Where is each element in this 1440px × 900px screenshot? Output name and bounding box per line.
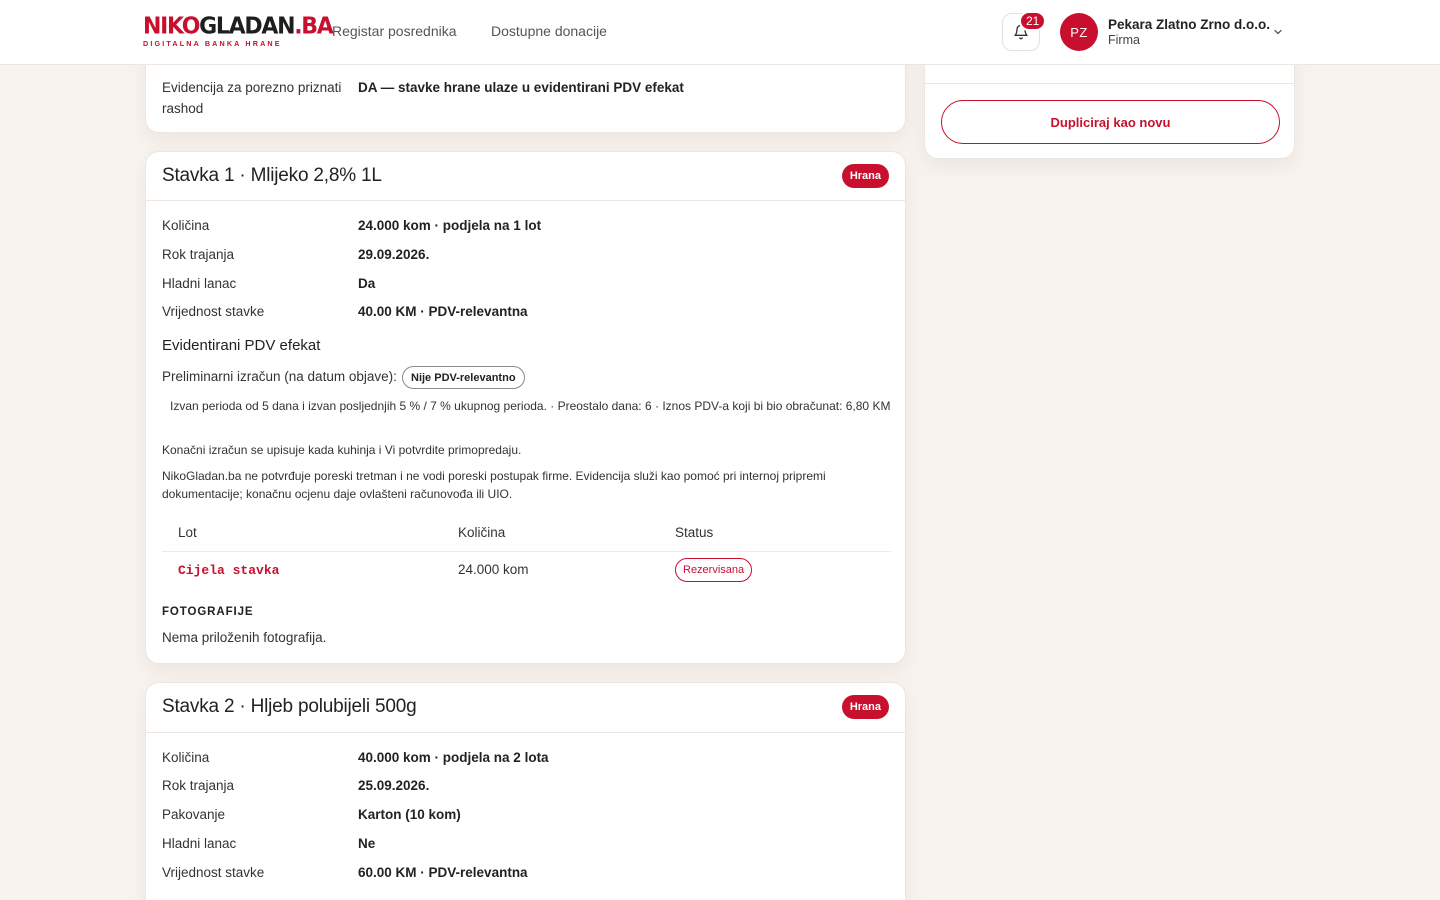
packaging-value: Karton (10 kom)	[358, 807, 461, 822]
item-card-1: Stavka 1 · Mlijeko 2,8% 1L Hrana Količin…	[145, 151, 906, 664]
quantity-label: Količina	[162, 750, 210, 765]
chevron-down-icon[interactable]	[1272, 26, 1284, 38]
expiry-value: 29.09.2026.	[358, 247, 430, 262]
logo[interactable]: NIKOGLADAN.BA DIGITALNA BANKA HRANE	[143, 13, 334, 48]
status-badge: Rezervisana	[675, 558, 753, 582]
pdv-status-badge: Nije PDV-relevantno	[402, 366, 525, 389]
tax-deductible-label: Evidencija za porezno priznati rashod	[162, 80, 342, 116]
user-role: Firma	[1108, 33, 1140, 47]
tax-deductible-value: DA — stavke hrane ulaze u evidentirani P…	[358, 80, 684, 95]
item-title: Stavka 1 · Mlijeko 2,8% 1L	[162, 165, 382, 186]
user-name[interactable]: Pekara Zlatno Zrno d.o.o.	[1108, 17, 1270, 32]
cold-chain-label: Hladni lanac	[162, 276, 237, 291]
item-title: Stavka 2 · Hljeb polubijeli 500g	[162, 696, 417, 717]
lot-quantity: 24.000 kom	[458, 562, 529, 577]
item-value-value: 40.00 KM · PDV-relevantna	[358, 304, 528, 319]
lot-name-link[interactable]: Cijela stavka	[178, 563, 279, 578]
prelim-calc-label: Preliminarni izračun (na datum objave):	[162, 369, 397, 384]
quantity-label: Količina	[162, 218, 210, 233]
item-value-value: 60.00 KM · PDV-relevantna	[358, 865, 528, 880]
category-badge: Hrana	[841, 164, 889, 188]
photos-empty-text: Nema priloženih fotografija.	[162, 630, 327, 645]
pdv-section-heading: Evidentirani PDV efekat	[162, 337, 321, 354]
packaging-label: Pakovanje	[162, 807, 226, 822]
divider	[146, 732, 905, 733]
quantity-value: 40.000 kom · podjela na 2 lota	[358, 750, 549, 765]
tax-disclaimer: NikoGladan.ba ne potvrđuje poreski tretm…	[162, 469, 826, 501]
item-card-2: Stavka 2 · Hljeb polubijeli 500g Hrana K…	[145, 682, 906, 900]
expiry-label: Rok trajanja	[162, 247, 235, 262]
lots-header-status: Status	[675, 525, 714, 540]
divider	[925, 83, 1294, 84]
duplicate-as-new-button[interactable]: Dupliciraj kao novu	[941, 100, 1280, 144]
photos-heading: FOTOGRAFIJE	[162, 606, 254, 618]
lots-header-quantity: Količina	[458, 525, 506, 540]
cold-chain-value: Ne	[358, 836, 376, 851]
avatar[interactable]: PZ	[1060, 13, 1098, 51]
top-navigation-bar: NIKOGLADAN.BA DIGITALNA BANKA HRANE Regi…	[0, 0, 1440, 65]
logo-tagline: DIGITALNA BANKA HRANE	[143, 39, 282, 48]
quantity-value: 24.000 kom · podjela na 1 lot	[358, 218, 542, 233]
pdv-detail-text: Izvan perioda od 5 dana i izvan posljedn…	[170, 399, 891, 413]
nav-link-registar-posrednika[interactable]: Registar posrednika	[332, 23, 457, 39]
item-value-label: Vrijednost stavke	[162, 865, 265, 880]
logo-wordmark: NIKOGLADAN.BA	[143, 13, 334, 40]
cold-chain-label: Hladni lanac	[162, 836, 237, 851]
item-value-label: Vrijednost stavke	[162, 304, 265, 319]
divider	[146, 200, 905, 201]
cold-chain-value: Da	[358, 276, 376, 291]
lots-header-lot: Lot	[178, 525, 197, 540]
divider	[162, 551, 891, 552]
notification-count-badge: 21	[1019, 11, 1047, 31]
category-badge: Hrana	[841, 695, 889, 719]
expiry-label: Rok trajanja	[162, 778, 235, 793]
expiry-value: 25.09.2026.	[358, 778, 430, 793]
nav-link-dostupne-donacije[interactable]: Dostupne donacije	[491, 23, 607, 39]
final-calc-note: Konačni izračun se upisuje kada kuhinja …	[162, 443, 522, 457]
